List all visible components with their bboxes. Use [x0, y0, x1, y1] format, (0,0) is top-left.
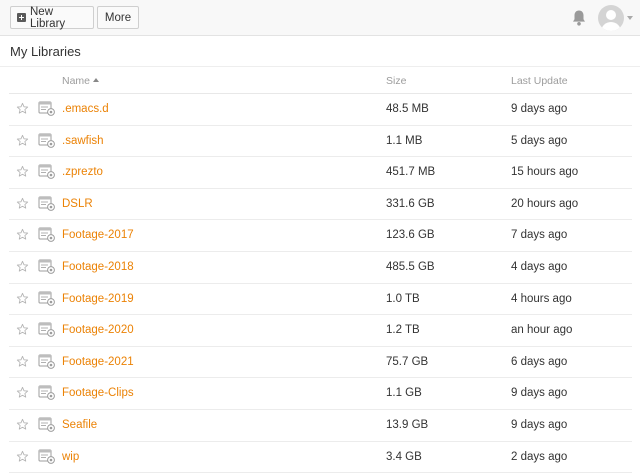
star-icon[interactable] [16, 323, 29, 336]
star-icon[interactable] [16, 165, 29, 178]
library-size: 123.6 GB [386, 229, 435, 242]
table-row[interactable]: Footage-2019 1.0 TB 4 hours ago [9, 284, 632, 316]
library-last-update: 4 days ago [511, 260, 568, 273]
bell-icon[interactable] [571, 9, 587, 27]
library-icon [38, 322, 55, 338]
new-library-label: New Library [30, 5, 66, 30]
library-icon [38, 417, 55, 432]
plus-icon [17, 13, 26, 22]
library-name-link[interactable]: Footage-2018 [62, 261, 134, 273]
table-row[interactable]: DSLR 331.6 GB 20 hours ago [9, 189, 632, 221]
star-icon[interactable] [16, 197, 29, 210]
star-icon[interactable] [16, 260, 29, 273]
library-name-link[interactable]: Seafile [62, 419, 97, 431]
table-row[interactable]: wip 3.4 GB 2 days ago [9, 442, 632, 474]
library-last-update: an hour ago [511, 324, 573, 337]
library-icon [38, 164, 55, 180]
library-name-link[interactable]: Footage-2021 [62, 356, 134, 368]
star-icon[interactable] [16, 134, 29, 147]
table-row[interactable]: Footage-2017 123.6 GB 7 days ago [9, 220, 632, 252]
library-size: 1.0 TB [386, 292, 420, 305]
library-size: 1.2 TB [386, 324, 420, 337]
page-title: My Libraries [10, 44, 81, 59]
library-size: 75.7 GB [386, 355, 429, 368]
library-size: 3.4 GB [386, 450, 422, 463]
library-icon [38, 291, 55, 306]
library-last-update: 15 hours ago [511, 166, 579, 179]
star-icon[interactable] [16, 418, 29, 431]
title-bar: My Libraries [0, 37, 640, 67]
table-row[interactable]: Seafile 13.9 GB 9 days ago [9, 410, 632, 442]
avatar-icon[interactable] [598, 5, 624, 31]
library-size: 331.6 GB [386, 197, 435, 210]
library-icon [38, 354, 55, 369]
library-last-update: 7 days ago [511, 229, 568, 242]
column-header-last-update: Last Update [511, 75, 568, 87]
library-icon [38, 133, 55, 148]
star-icon[interactable] [16, 386, 29, 399]
table-row[interactable]: Footage-2018 485.5 GB 4 days ago [9, 252, 632, 284]
table-header: Name Size Last Update [9, 68, 632, 94]
library-icon [38, 101, 55, 116]
table-body: .emacs.d 48.5 MB 9 days ago .sawfish 1.1… [9, 94, 632, 474]
library-name-link[interactable]: wip [62, 451, 79, 463]
star-icon[interactable] [16, 228, 29, 241]
library-size: 13.9 GB [386, 418, 429, 431]
more-label: More [104, 11, 132, 24]
library-icon [38, 259, 55, 274]
library-size: 485.5 GB [386, 260, 435, 273]
top-toolbar: New Library More [0, 0, 640, 36]
table-row[interactable]: Footage-Clips 1.1 GB 9 days ago [9, 378, 632, 410]
library-last-update: 9 days ago [511, 103, 568, 115]
library-size: 1.1 GB [386, 387, 422, 400]
sort-ascending-icon [93, 78, 100, 82]
library-name-link[interactable]: Footage-2017 [62, 229, 134, 241]
library-size: 48.5 MB [386, 103, 429, 115]
library-icon [38, 227, 55, 243]
library-size: 451.7 MB [386, 166, 436, 179]
chevron-down-icon[interactable] [627, 16, 633, 20]
table-row[interactable]: Footage-2021 75.7 GB 6 days ago [9, 347, 632, 379]
star-icon[interactable] [16, 292, 29, 305]
more-button[interactable]: More [97, 6, 139, 29]
table-row[interactable]: .zprezto 451.7 MB 15 hours ago [9, 157, 632, 189]
library-last-update: 9 days ago [511, 418, 568, 431]
library-name-link[interactable]: .sawfish [62, 135, 104, 147]
column-header-size: Size [386, 75, 407, 87]
library-last-update: 6 days ago [511, 355, 568, 368]
table-row[interactable]: .sawfish 1.1 MB 5 days ago [9, 126, 632, 158]
library-icon [38, 196, 55, 211]
library-name-link[interactable]: Footage-Clips [62, 387, 134, 399]
library-last-update: 20 hours ago [511, 197, 579, 210]
library-last-update: 2 days ago [511, 450, 568, 463]
library-name-link[interactable]: Footage-2020 [62, 324, 134, 336]
library-icon [38, 449, 55, 464]
library-name-link[interactable]: Footage-2019 [62, 293, 134, 305]
table-row[interactable]: .emacs.d 48.5 MB 9 days ago [9, 94, 632, 126]
library-last-update: 9 days ago [511, 387, 568, 400]
libraries-table: Name Size Last Update .emacs.d 48.5 MB 9… [9, 68, 632, 474]
library-last-update: 4 hours ago [511, 292, 572, 305]
star-icon[interactable] [16, 355, 29, 368]
library-icon [38, 385, 55, 401]
library-size: 1.1 MB [386, 134, 423, 147]
column-header-name[interactable]: Name [62, 75, 100, 87]
library-name-link[interactable]: DSLR [62, 198, 93, 210]
star-icon[interactable] [16, 450, 29, 463]
table-row[interactable]: Footage-2020 1.2 TB an hour ago [9, 315, 632, 347]
library-last-update: 5 days ago [511, 134, 568, 147]
star-icon[interactable] [16, 102, 29, 115]
new-library-button[interactable]: New Library [10, 5, 94, 30]
library-name-link[interactable]: .zprezto [62, 166, 103, 178]
library-name-link[interactable]: .emacs.d [62, 103, 109, 115]
